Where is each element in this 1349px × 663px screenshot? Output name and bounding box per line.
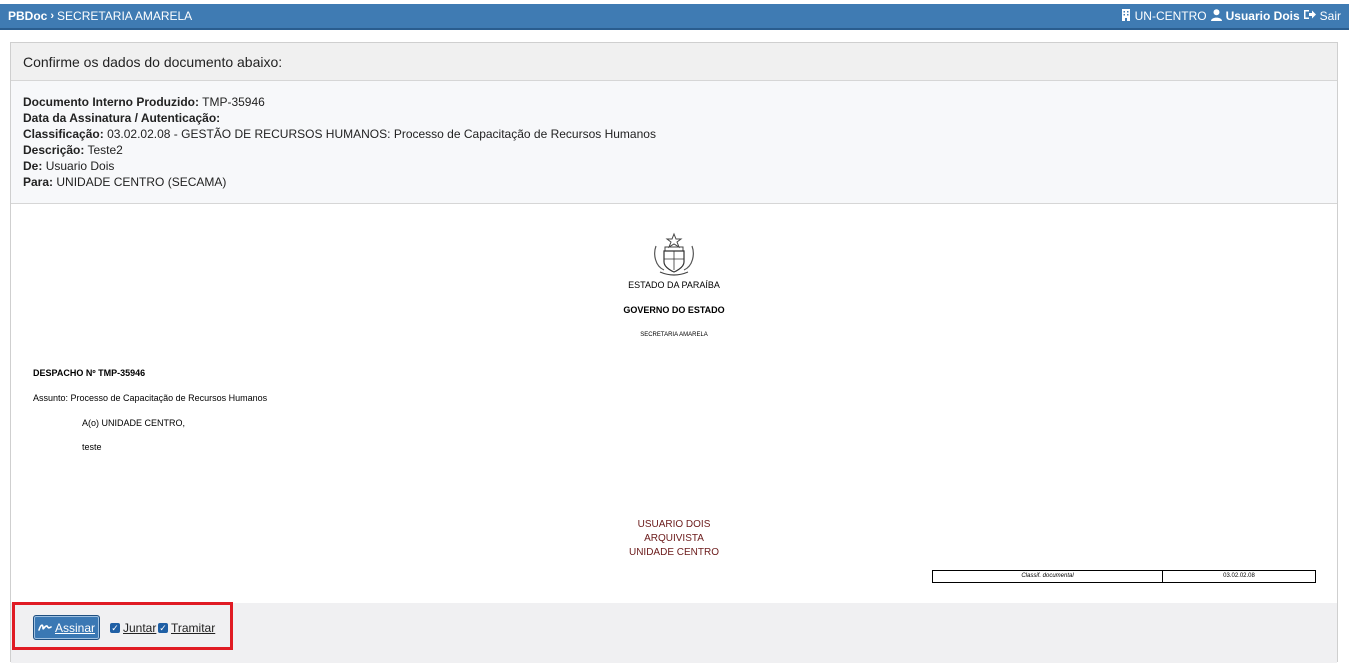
meta-to-row: Para: UNIDADE CENTRO (SECAMA): [23, 174, 1325, 190]
meta-class-value: 03.02.02.08 - GESTÃO DE RECURSOS HUMANOS…: [107, 127, 656, 141]
doc-classification-table: Classif. documental 03.02.02.08: [932, 570, 1316, 583]
sign-button[interactable]: Assinar: [33, 615, 100, 640]
doc-signer-unit: UNIDADE CENTRO: [628, 547, 719, 558]
checkbox-checked-icon[interactable]: ✓: [158, 623, 168, 633]
meta-to-value: UNIDADE CENTRO (SECAMA): [56, 175, 227, 189]
meta-class-label: Classificação:: [23, 127, 104, 141]
meta-desc-label: Descrição:: [23, 143, 85, 157]
doc-signer-name: USUARIO DOIS: [637, 519, 711, 530]
doc-government: GOVERNO DO ESTADO: [623, 305, 725, 315]
meta-desc-row: Descrição: Teste2: [23, 142, 1325, 158]
sign-button-label: Assinar: [54, 620, 95, 635]
doc-recipient: A(o) UNIDADE CENTRO,: [82, 418, 186, 428]
meta-doc-row: Documento Interno Produzido: TMP-35946: [23, 94, 1325, 110]
user-menu: UN-CENTRO Usuario Dois Sair: [1121, 8, 1349, 24]
user-icon: [1210, 8, 1222, 24]
meta-date-row: Data da Assinatura / Autenticação:: [23, 110, 1325, 126]
meta-from-label: De:: [23, 159, 43, 173]
meta-doc-value: TMP-35946: [202, 95, 265, 109]
meta-doc-label: Documento Interno Produzido:: [23, 95, 199, 109]
doc-signer-role: ARQUIVISTA: [644, 533, 704, 544]
chevron-right-icon: ›: [50, 10, 55, 22]
doc-body: teste: [82, 442, 102, 452]
logout-link[interactable]: Sair: [1320, 9, 1341, 23]
building-icon: [1121, 8, 1131, 24]
classif-value: 03.02.02.08: [1223, 573, 1255, 579]
meta-from-value: Usuario Dois: [45, 159, 115, 173]
top-navbar: PBDoc › SECRETARIA AMARELA UN-CENTRO Usu…: [0, 4, 1349, 30]
doc-subject: Assunto: Processo de Capacitação de Recu…: [33, 393, 268, 403]
unit-link[interactable]: UN-CENTRO: [1135, 9, 1207, 23]
logout-icon: [1303, 9, 1316, 23]
brand-link[interactable]: PBDoc: [8, 9, 47, 23]
doc-secretariat: SECRETARIA AMARELA: [640, 332, 708, 338]
signature-icon: [38, 621, 52, 635]
checkbox-checked-icon[interactable]: ✓: [110, 623, 120, 633]
user-link[interactable]: Usuario Dois: [1226, 9, 1300, 23]
doc-despacho-title: DESPACHO Nº TMP-35946: [33, 368, 146, 378]
breadcrumb-section[interactable]: SECRETARIA AMARELA: [57, 9, 192, 23]
meta-class-row: Classificação: 03.02.02.08 - GESTÃO DE R…: [23, 126, 1325, 142]
confirm-card: Confirme os dados do documento abaixo: D…: [10, 42, 1338, 663]
meta-to-label: Para:: [23, 175, 54, 189]
join-checkbox[interactable]: ✓ Juntar: [110, 621, 156, 635]
join-label: Juntar: [123, 621, 157, 635]
meta-date-label: Data da Assinatura / Autenticação:: [23, 111, 221, 125]
coat-of-arms-icon: [652, 232, 696, 276]
doc-state: ESTADO DA PARAÍBA: [628, 280, 720, 290]
meta-from-row: De: Usuario Dois: [23, 158, 1325, 174]
forward-checkbox[interactable]: ✓ Tramitar: [158, 621, 215, 635]
card-title: Confirme os dados do documento abaixo:: [11, 43, 1337, 81]
document-preview: ESTADO DA PARAÍBA GOVERNO DO ESTADO SECR…: [11, 203, 1337, 604]
classif-label: Classif. documental: [933, 571, 1163, 582]
breadcrumb: PBDoc › SECRETARIA AMARELA: [0, 9, 192, 23]
forward-label: Tramitar: [171, 621, 216, 635]
meta-desc-value: Teste2: [87, 143, 123, 157]
